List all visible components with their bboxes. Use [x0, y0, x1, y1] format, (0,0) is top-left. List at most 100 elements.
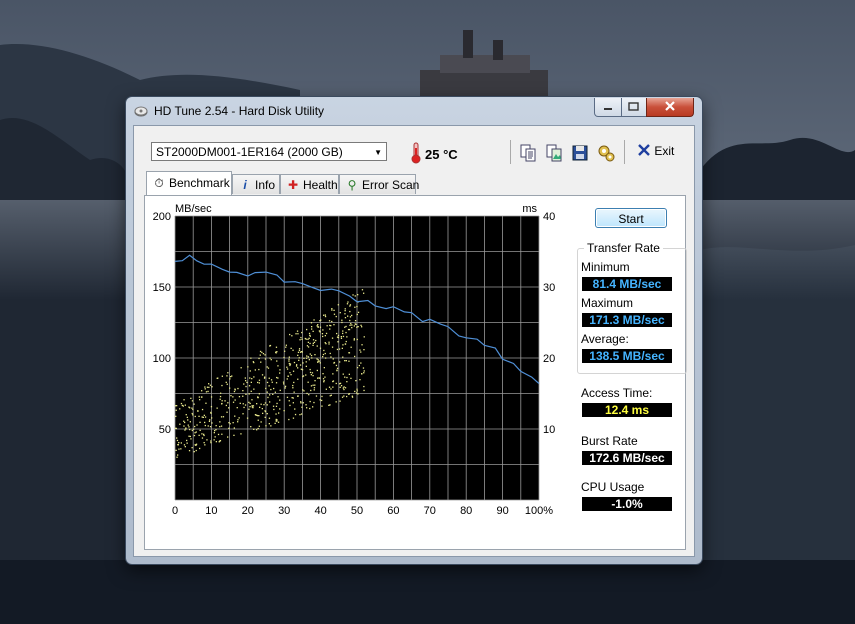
- access-time-point: [176, 405, 178, 407]
- access-time-point: [259, 354, 261, 356]
- access-time-point: [228, 427, 230, 429]
- access-time-point: [349, 316, 352, 318]
- access-time-point: [192, 414, 194, 416]
- access-time-point: [204, 421, 206, 424]
- access-time-point: [199, 429, 201, 431]
- access-time-point: [219, 395, 222, 398]
- access-time-point: [311, 372, 314, 374]
- access-time-point: [339, 400, 341, 402]
- access-time-point: [201, 390, 203, 392]
- access-time-point: [353, 325, 355, 327]
- access-time-point: [297, 378, 299, 380]
- access-time-point: [313, 401, 315, 404]
- access-time-point: [322, 335, 324, 338]
- save-icon[interactable]: [571, 144, 589, 162]
- access-time-point: [335, 382, 337, 385]
- access-time-point: [253, 388, 255, 390]
- copy-text-icon[interactable]: [519, 144, 537, 162]
- access-time-point: [207, 425, 209, 427]
- access-time-point: [336, 369, 338, 371]
- access-time-point: [307, 346, 310, 348]
- access-time-point: [220, 392, 222, 394]
- maximize-button[interactable]: [621, 98, 647, 117]
- access-time-point: [310, 354, 313, 357]
- access-time-point: [339, 386, 341, 388]
- access-time-point: [246, 381, 248, 384]
- start-button[interactable]: Start: [595, 208, 667, 228]
- access-time-point: [322, 373, 324, 375]
- access-time-point: [237, 421, 239, 423]
- access-time-point: [354, 295, 356, 297]
- access-time-point: [291, 335, 293, 337]
- access-time-point: [288, 418, 290, 421]
- access-time-point: [279, 369, 281, 371]
- access-time-point: [189, 407, 191, 409]
- access-time-point: [347, 328, 350, 331]
- access-time-point: [336, 367, 339, 369]
- title-bar[interactable]: HD Tune 2.54 - Hard Disk Utility: [126, 97, 702, 125]
- access-time-point: [184, 421, 186, 424]
- access-time-point: [199, 447, 201, 450]
- access-time-point: [310, 389, 312, 392]
- access-time-point: [269, 345, 271, 347]
- copy-image-icon[interactable]: [545, 144, 563, 162]
- chevron-down-icon: ▼: [374, 148, 382, 157]
- access-time-point: [196, 424, 198, 426]
- tab-error-scan[interactable]: ⚲ Error Scan: [339, 174, 419, 194]
- access-time-point: [264, 354, 266, 356]
- x-tick-label: 0: [172, 505, 178, 517]
- access-time-point: [199, 399, 201, 401]
- exit-button[interactable]: Exit: [637, 144, 674, 158]
- access-time-point: [286, 396, 289, 398]
- access-time-point: [307, 338, 309, 340]
- access-time-point: [261, 351, 263, 354]
- access-time-point: [363, 292, 365, 294]
- minimize-button[interactable]: [594, 98, 622, 117]
- access-time-point: [344, 360, 346, 362]
- access-time-point: [346, 376, 348, 379]
- access-time-point: [322, 378, 325, 380]
- maximum-label: Maximum: [581, 296, 634, 310]
- access-time-point: [345, 325, 347, 328]
- access-time-point: [252, 361, 254, 363]
- access-time-point: [251, 378, 253, 380]
- access-time-point: [204, 388, 206, 390]
- options-icon[interactable]: [597, 144, 615, 162]
- tab-benchmark[interactable]: ⏱ Benchmark: [146, 171, 232, 195]
- tab-health[interactable]: ✚ Health: [280, 174, 339, 194]
- access-time-point: [299, 364, 302, 366]
- access-time-point: [342, 344, 344, 346]
- access-time-point: [244, 404, 247, 406]
- access-time-point: [267, 396, 269, 399]
- drive-select[interactable]: ST2000DM001-1ER164 (2000 GB) ▼: [151, 142, 387, 161]
- tab-info[interactable]: i Info: [232, 174, 280, 194]
- access-time-point: [176, 437, 178, 439]
- access-time-point: [221, 433, 223, 435]
- access-time-point: [208, 383, 210, 385]
- access-time-point: [336, 332, 338, 335]
- access-time-point: [195, 449, 197, 452]
- access-time-point: [330, 394, 332, 396]
- access-time-point: [314, 384, 316, 386]
- access-time-point: [301, 338, 303, 340]
- exit-label: Exit: [654, 144, 675, 158]
- access-time-point: [179, 423, 181, 425]
- access-time-point: [177, 454, 179, 456]
- right-axis-unit-label: ms: [522, 203, 537, 215]
- close-button[interactable]: [646, 98, 694, 117]
- access-time-point: [354, 323, 356, 325]
- access-time-point: [341, 347, 343, 349]
- hdtune-window: HD Tune 2.54 - Hard Disk Utility ST2000D…: [126, 97, 702, 564]
- access-time-point: [187, 419, 189, 421]
- access-time-point: [234, 399, 236, 401]
- access-time-point: [319, 377, 321, 379]
- access-time-point: [219, 421, 221, 423]
- access-time-point: [292, 349, 294, 351]
- access-time-point: [325, 357, 327, 359]
- access-time-point: [348, 352, 351, 354]
- access-time-point: [193, 403, 195, 405]
- access-time-point: [216, 377, 218, 379]
- access-time-point: [311, 326, 313, 328]
- access-time-point: [299, 414, 301, 416]
- access-time-point: [340, 337, 343, 339]
